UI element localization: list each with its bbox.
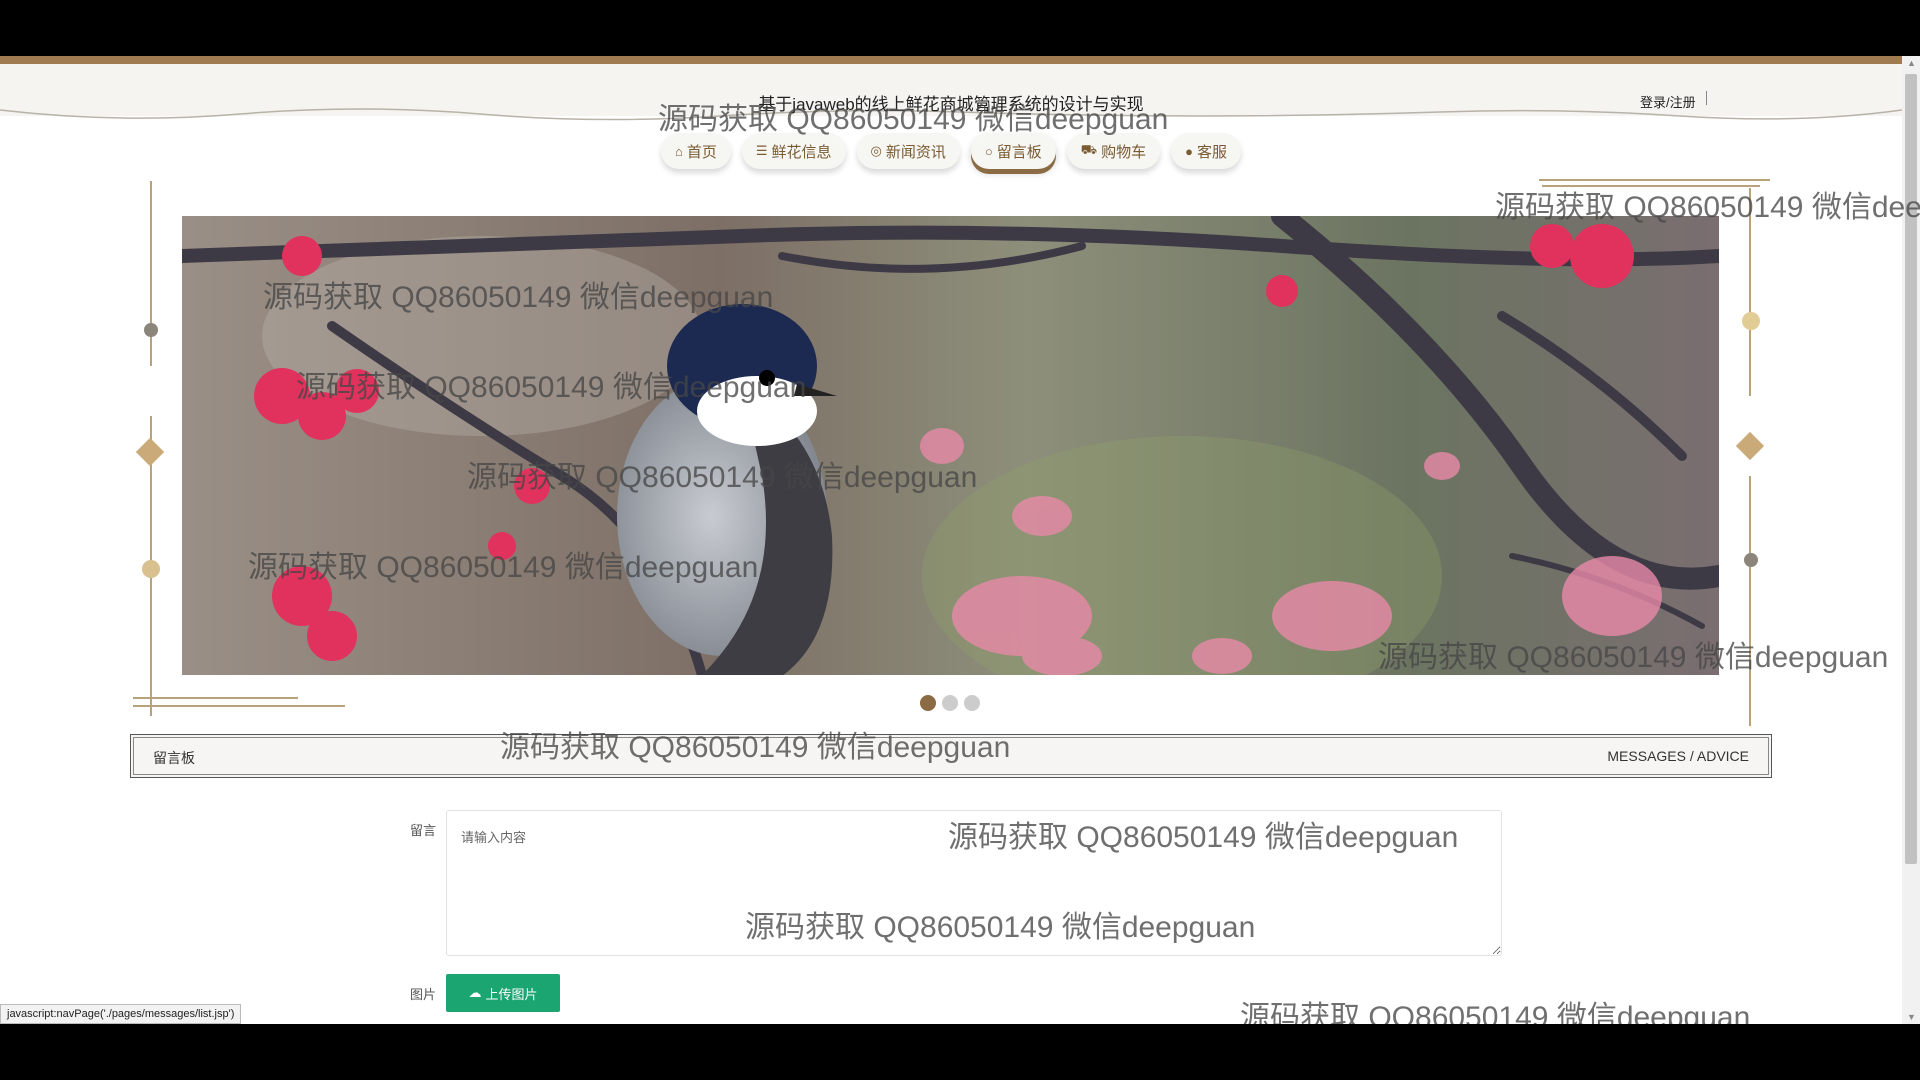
link-preview-status: javascript:navPage('./pages/messages/lis… <box>0 1004 242 1024</box>
carousel-banner[interactable] <box>182 216 1719 675</box>
upload-button-label: 上传图片 <box>485 986 538 1002</box>
frame-bead <box>144 323 158 337</box>
carousel-indicators <box>920 695 980 711</box>
frame-bead <box>1744 553 1758 567</box>
watermark-text: 源码获取 QQ86050149 微信deepguan <box>1240 1001 1751 1024</box>
frame-bead <box>1742 312 1760 330</box>
frame-bead <box>142 560 160 578</box>
frame-diamond <box>135 437 165 467</box>
message-label: 留言 <box>409 823 436 838</box>
carousel-dot[interactable] <box>920 695 936 711</box>
message-textarea[interactable] <box>446 810 1502 956</box>
image-label: 图片 <box>409 987 436 1002</box>
cloud-upload-icon: ☁ <box>468 985 482 1000</box>
upload-image-button[interactable]: ☁ 上传图片 <box>446 974 560 1012</box>
browser-viewport: 基于javaweb的线上鲜花商城管理系统的设计与实现 登录/注册 ⌂ 首页 ☰ … <box>0 56 1920 1024</box>
scroll-thumb[interactable] <box>1905 74 1917 864</box>
vertical-scrollbar[interactable]: ▲ ▼ <box>1902 56 1920 1024</box>
section-title: 留言板 <box>153 750 195 766</box>
scroll-up-arrow-icon[interactable]: ▲ <box>1907 58 1916 68</box>
section-header-bar: 留言板 MESSAGES / ADVICE <box>130 734 1772 778</box>
carousel-dot[interactable] <box>942 695 958 711</box>
scroll-down-arrow-icon[interactable]: ▼ <box>1907 1012 1916 1022</box>
section-subtitle: MESSAGES / ADVICE <box>1607 748 1749 764</box>
carousel-dot[interactable] <box>964 695 980 711</box>
banner-image <box>182 216 1719 675</box>
frame-diamond <box>1735 431 1765 461</box>
